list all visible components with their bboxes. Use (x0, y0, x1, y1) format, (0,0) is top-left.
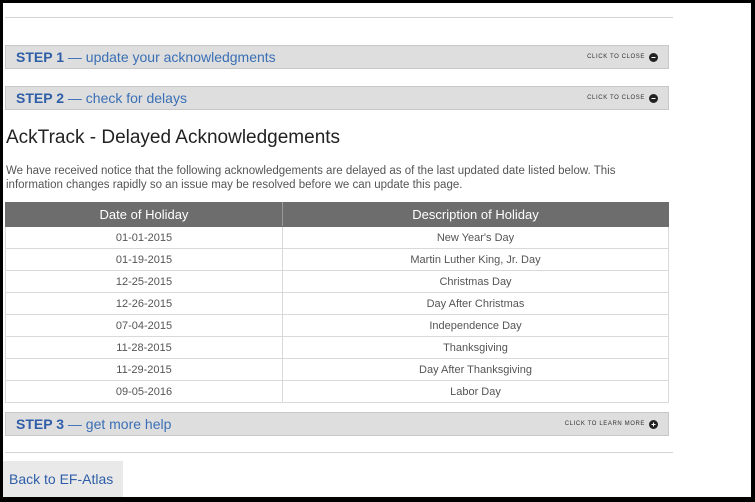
step-3-number: STEP 3 (16, 416, 64, 432)
holiday-description: Independence Day (282, 314, 669, 337)
table-row: 12-25-2015 Christmas Day (5, 270, 669, 293)
table-row: 07-04-2015 Independence Day (5, 314, 669, 337)
delayed-holidays-table: Date of Holiday Description of Holiday 0… (5, 202, 669, 403)
step-2-close-toggle[interactable]: CLICK TO CLOSE (587, 93, 658, 103)
step-1-bar[interactable]: STEP 1 — update your acknowledgments CLI… (5, 45, 669, 69)
top-divider (5, 17, 673, 18)
holiday-description: Martin Luther King, Jr. Day (282, 248, 669, 271)
holiday-description: New Year's Day (282, 226, 669, 249)
back-to-ef-atlas-button[interactable]: Back to EF-Atlas (3, 461, 123, 497)
header-description: Description of Holiday (282, 202, 669, 227)
plus-icon (649, 419, 658, 429)
table-header-row: Date of Holiday Description of Holiday (5, 202, 669, 227)
step-2-label: check for delays (85, 90, 187, 106)
holiday-description: Day After Thanksgiving (282, 358, 669, 381)
step-2-bar[interactable]: STEP 2 — check for delays CLICK TO CLOSE (5, 86, 669, 110)
step-1-label: update your acknowledgments (85, 49, 276, 65)
page-title: AckTrack - Delayed Acknowledgements (6, 127, 341, 148)
holiday-date: 09-05-2016 (5, 380, 283, 403)
step-3-bar[interactable]: STEP 3 — get more help CLICK TO LEARN MO… (5, 412, 669, 436)
step-1-number: STEP 1 (16, 49, 64, 65)
step-2-title: STEP 2 — check for delays (16, 90, 187, 106)
header-date: Date of Holiday (5, 202, 283, 227)
holiday-date: 01-19-2015 (5, 248, 283, 271)
step-3-title: STEP 3 — get more help (16, 416, 171, 432)
holiday-description: Labor Day (282, 380, 669, 403)
table-row: 11-29-2015 Day After Thanksgiving (5, 358, 669, 381)
holiday-date: 07-04-2015 (5, 314, 283, 337)
step-3-learn-more-toggle[interactable]: CLICK TO LEARN MORE (564, 419, 658, 429)
holiday-description: Day After Christmas (282, 292, 669, 315)
minus-icon (649, 93, 658, 103)
step-1-title: STEP 1 — update your acknowledgments (16, 49, 276, 65)
step-2-number: STEP 2 (16, 90, 64, 106)
step-1-dash: — (67, 49, 82, 65)
holiday-description: Christmas Day (282, 270, 669, 293)
page-frame: STEP 1 — update your acknowledgments CLI… (3, 3, 751, 497)
step-3-action-label: CLICK TO LEARN MORE (564, 421, 645, 427)
holiday-date: 12-26-2015 (5, 292, 283, 315)
holiday-description: Thanksgiving (282, 336, 669, 359)
table-row: 12-26-2015 Day After Christmas (5, 292, 669, 315)
step-2-action-label: CLICK TO CLOSE (587, 95, 645, 101)
holiday-date: 12-25-2015 (5, 270, 283, 293)
bottom-divider (5, 452, 673, 453)
step-1-action-label: CLICK TO CLOSE (587, 54, 645, 60)
table-row: 09-05-2016 Labor Day (5, 380, 669, 403)
holiday-date: 11-28-2015 (5, 336, 283, 359)
holiday-date: 11-29-2015 (5, 358, 283, 381)
holiday-date: 01-01-2015 (5, 226, 283, 249)
table-row: 01-19-2015 Martin Luther King, Jr. Day (5, 248, 669, 271)
step-1-close-toggle[interactable]: CLICK TO CLOSE (587, 52, 658, 62)
minus-icon (649, 52, 658, 62)
step-3-label: get more help (85, 416, 172, 432)
step-2-dash: — (67, 90, 82, 106)
table-row: 01-01-2015 New Year's Day (5, 226, 669, 249)
delay-notice: We have received notice that the followi… (6, 165, 616, 191)
step-3-dash: — (67, 416, 82, 432)
table-row: 11-28-2015 Thanksgiving (5, 336, 669, 359)
